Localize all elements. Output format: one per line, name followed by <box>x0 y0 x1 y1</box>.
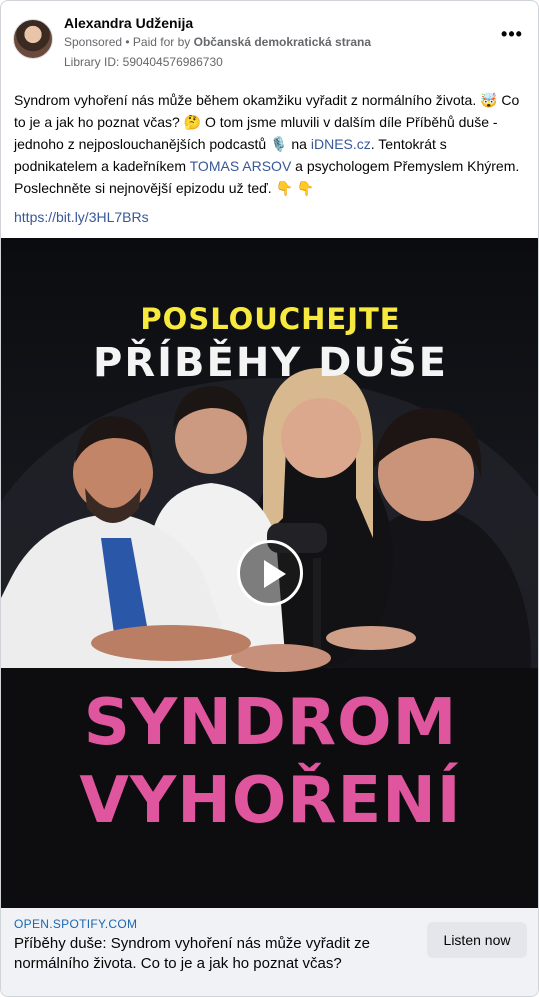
author-avatar[interactable] <box>13 19 53 59</box>
link-title[interactable]: Příběhy duše: Syndrom vyhoření nás může … <box>14 934 404 974</box>
artwork-headline-top: POSLOUCHEJTE <box>140 302 401 336</box>
link-preview[interactable]: OPEN.SPOTIFY.COM Příběhy duše: Syndrom v… <box>1 908 538 996</box>
more-options-button[interactable]: ••• <box>498 25 526 49</box>
ad-post-card: Alexandra Udženija Sponsored • Paid for … <box>0 0 539 997</box>
play-icon <box>264 560 286 588</box>
listen-now-button[interactable]: Listen now <box>427 922 527 958</box>
idnes-link[interactable]: iDNES.cz <box>311 136 371 152</box>
post-header: Alexandra Udženija Sponsored • Paid for … <box>13 13 526 71</box>
paid-for-prefix: • Paid for by <box>125 35 191 49</box>
artwork-headline-bottom-2: VYHOŘENÍ <box>79 764 462 838</box>
library-id: Library ID: 590404576986730 <box>64 55 223 69</box>
video-media[interactable]: POSLOUCHEJTE PŘÍBĚHY DUŠE SYNDROM VYHOŘE… <box>1 238 538 908</box>
short-link[interactable]: https://bit.ly/3HL7BRs <box>14 209 149 225</box>
post-body: Syndrom vyhoření nás může během okamžiku… <box>14 89 526 199</box>
author-name[interactable]: Alexandra Udženija <box>64 15 193 31</box>
tomas-arsov-link[interactable]: TOMAS ARSOV <box>190 158 292 174</box>
play-button[interactable] <box>237 540 303 606</box>
artwork-headline-mid: PŘÍBĚHY DUŠE <box>93 340 448 386</box>
sponsored-meta: Sponsored • Paid for by Občanská demokra… <box>64 35 371 49</box>
paid-for-name[interactable]: Občanská demokratická strana <box>194 35 371 49</box>
artwork-headline-bottom-1: SYNDROM <box>83 686 458 760</box>
link-domain: OPEN.SPOTIFY.COM <box>14 917 138 931</box>
sponsored-label: Sponsored <box>64 35 123 49</box>
